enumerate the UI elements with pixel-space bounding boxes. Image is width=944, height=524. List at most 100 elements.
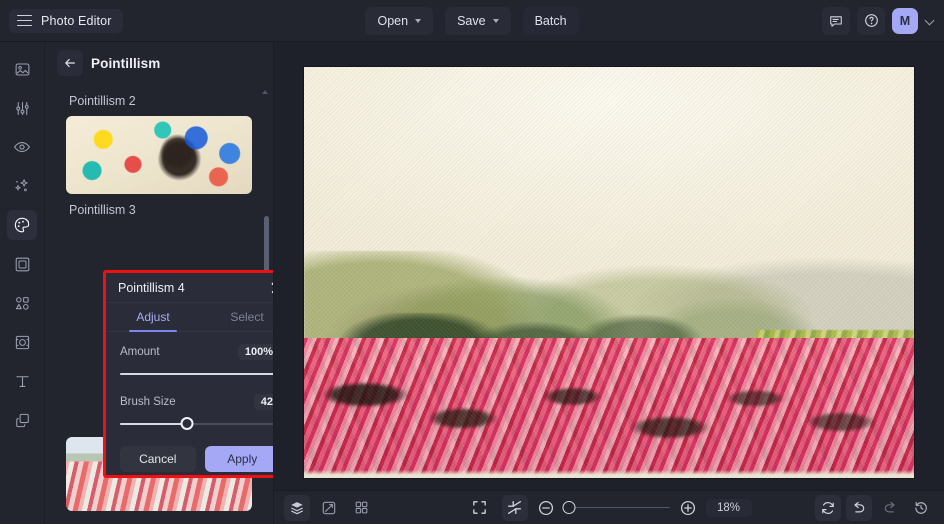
effect-settings-popover: Pointillism 4 Adjust Select Amount 100% … bbox=[103, 270, 273, 478]
panel-title: Pointillism bbox=[91, 55, 161, 71]
batch-button[interactable]: Batch bbox=[522, 6, 579, 35]
brush-size-slider[interactable] bbox=[120, 417, 273, 431]
reset-button[interactable] bbox=[815, 494, 841, 521]
cancel-button[interactable]: Cancel bbox=[120, 446, 196, 472]
redo-icon bbox=[884, 501, 895, 513]
open-label: Open bbox=[377, 13, 409, 28]
tab-adjust-label: Adjust bbox=[136, 310, 170, 324]
frame-icon bbox=[15, 257, 29, 271]
zoom-in-button[interactable] bbox=[679, 499, 697, 517]
bottom-bar: 18% bbox=[274, 490, 944, 524]
apply-label: Apply bbox=[227, 452, 258, 466]
amount-slider-fill bbox=[120, 373, 273, 375]
panel-header: Pointillism bbox=[45, 42, 273, 84]
collapse-icon bbox=[507, 500, 522, 515]
brush-size-slider-thumb[interactable] bbox=[180, 417, 194, 430]
save-button[interactable]: Save bbox=[445, 6, 511, 35]
tab-adjust[interactable]: Adjust bbox=[106, 303, 200, 333]
zoom-slider[interactable] bbox=[562, 500, 670, 515]
comment-button[interactable] bbox=[822, 6, 850, 35]
comment-icon bbox=[830, 15, 842, 27]
popover-tabs: Adjust Select bbox=[106, 303, 273, 333]
artwork-canvas[interactable] bbox=[304, 66, 914, 478]
effects-panel: Pointillism Pointillism 2 Pointillism 3 … bbox=[45, 42, 274, 524]
rail-item-shapes[interactable] bbox=[7, 288, 37, 318]
popover-header: Pointillism 4 bbox=[106, 273, 273, 303]
rail-item-transform[interactable] bbox=[7, 327, 37, 357]
save-label: Save bbox=[457, 13, 486, 28]
main-body: Pointillism Pointillism 2 Pointillism 3 … bbox=[0, 42, 944, 524]
batch-label: Batch bbox=[534, 13, 567, 28]
undo-button[interactable] bbox=[846, 494, 872, 521]
arrow-left-icon bbox=[65, 58, 75, 68]
fit-screen-icon bbox=[473, 501, 486, 514]
zoom-out-button[interactable] bbox=[537, 499, 555, 517]
undo-icon bbox=[854, 501, 865, 513]
top-right-actions: M bbox=[822, 6, 934, 35]
zoom-slider-track bbox=[563, 506, 670, 509]
brush-size-row: Brush Size 42 bbox=[120, 394, 273, 410]
artwork-foreground-clumps bbox=[304, 362, 914, 453]
zoom-slider-thumb[interactable] bbox=[562, 500, 576, 514]
popover-surface: Pointillism 4 Adjust Select Amount 100% … bbox=[106, 273, 273, 475]
chevron-down-icon bbox=[415, 18, 422, 23]
rail-item-image[interactable] bbox=[7, 54, 37, 84]
text-icon bbox=[15, 375, 29, 387]
rail-item-effects[interactable] bbox=[7, 210, 37, 240]
avatar-initial: M bbox=[899, 13, 911, 28]
history-icon bbox=[915, 501, 927, 514]
brush-size-value: 42 bbox=[253, 394, 273, 410]
photo-editor-app: Photo Editor Open Save Batch M Pointilli… bbox=[0, 0, 944, 524]
back-button[interactable] bbox=[57, 50, 83, 76]
rail-item-enhance[interactable] bbox=[7, 171, 37, 201]
rail-item-preview[interactable] bbox=[7, 132, 37, 162]
help-circle-icon bbox=[864, 14, 878, 27]
rail-item-text[interactable] bbox=[7, 366, 37, 396]
popover-title: Pointillism 4 bbox=[118, 280, 185, 295]
tab-select-label: Select bbox=[230, 310, 264, 324]
top-center-actions: Open Save Batch bbox=[0, 6, 944, 35]
redo-button[interactable] bbox=[877, 495, 903, 521]
reset-icon bbox=[822, 501, 834, 514]
popover-body: Amount 100% Brush Size 42 bbox=[106, 332, 273, 444]
eye-icon bbox=[13, 141, 31, 153]
amount-slider[interactable] bbox=[120, 367, 273, 381]
chevron-down-icon bbox=[492, 18, 499, 23]
canvas-stage[interactable] bbox=[274, 42, 944, 490]
amount-label: Amount bbox=[120, 346, 160, 358]
popover-actions: Cancel Apply bbox=[106, 444, 273, 485]
brush-size-slider-fill bbox=[120, 423, 188, 425]
caret-up-icon[interactable] bbox=[262, 90, 268, 94]
collapse-button[interactable] bbox=[501, 494, 528, 521]
rail-item-frame[interactable] bbox=[7, 249, 37, 279]
amount-row: Amount 100% bbox=[120, 344, 273, 360]
avatar[interactable]: M bbox=[892, 7, 918, 34]
history-button[interactable] bbox=[908, 495, 934, 521]
cancel-label: Cancel bbox=[139, 452, 177, 466]
apply-button[interactable]: Apply bbox=[204, 446, 273, 472]
transform-icon bbox=[15, 335, 29, 349]
top-bar: Photo Editor Open Save Batch M bbox=[0, 0, 944, 42]
fit-screen-button[interactable] bbox=[467, 495, 493, 521]
help-button[interactable] bbox=[857, 6, 885, 35]
preset-thumbnail-portrait[interactable] bbox=[66, 116, 252, 194]
amount-value: 100% bbox=[237, 344, 273, 360]
palette-icon bbox=[14, 217, 30, 233]
rail-item-layers[interactable] bbox=[7, 405, 37, 435]
zoom-out-icon bbox=[538, 500, 553, 515]
tab-select[interactable]: Select bbox=[200, 303, 273, 331]
canvas-area: 18% bbox=[274, 42, 944, 524]
rail-item-adjust[interactable] bbox=[7, 93, 37, 123]
zoom-in-icon bbox=[680, 500, 695, 515]
zoom-level-value[interactable]: 18% bbox=[705, 498, 752, 517]
account-chevron-down-icon[interactable] bbox=[925, 16, 934, 25]
artwork-bottom-edge bbox=[304, 469, 914, 478]
adjust-icon bbox=[15, 101, 29, 115]
shapes-icon bbox=[15, 296, 29, 310]
bottom-right-tools bbox=[815, 494, 934, 521]
open-button[interactable]: Open bbox=[365, 6, 434, 35]
layers-icon bbox=[15, 413, 29, 427]
brush-size-label: Brush Size bbox=[120, 396, 176, 408]
image-icon bbox=[15, 62, 29, 76]
tool-rail bbox=[0, 42, 45, 524]
